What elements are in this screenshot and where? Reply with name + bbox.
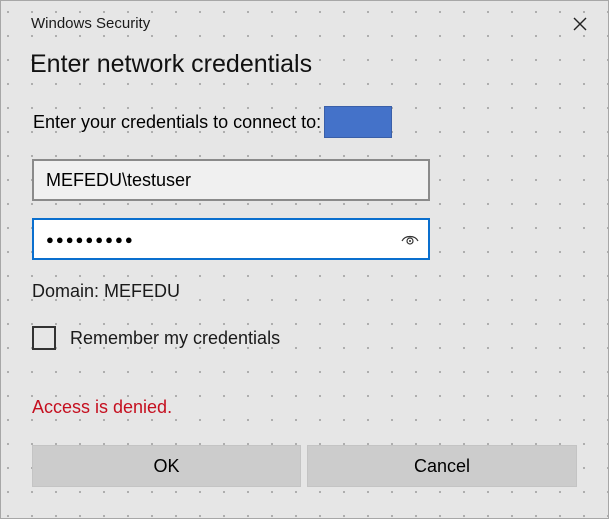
ok-button[interactable]: OK [32,445,301,487]
remember-credentials-row: Remember my credentials [32,326,280,350]
reveal-password-button[interactable] [396,225,424,253]
server-name-highlight [324,106,393,138]
eye-icon [401,235,419,245]
domain-label: Domain: MEFEDU [32,281,181,301]
credentials-dialog: Windows Security Enter network credentia… [0,0,609,519]
username-field[interactable]: MEFEDU\testuser [32,159,430,201]
connect-prompt-row: Enter your credentials to connect to: [33,105,393,139]
ok-button-label: OK [153,455,180,476]
password-field[interactable]: ●●●●●●●●● [32,218,430,260]
remember-label[interactable]: Remember my credentials [70,328,280,349]
password-value: ●●●●●●●●● [46,231,135,247]
close-icon [573,17,587,31]
error-message: Access is denied. [32,397,173,417]
connect-prompt-label: Enter your credentials to connect to: [33,111,322,132]
close-button[interactable] [563,7,597,41]
remember-checkbox[interactable] [32,326,56,350]
cancel-button[interactable]: Cancel [307,445,577,487]
cancel-button-label: Cancel [413,455,471,476]
dialog-heading: Enter network credentials [30,50,313,78]
window-title: Windows Security [31,15,151,32]
username-value: MEFEDU\testuser [46,169,192,190]
